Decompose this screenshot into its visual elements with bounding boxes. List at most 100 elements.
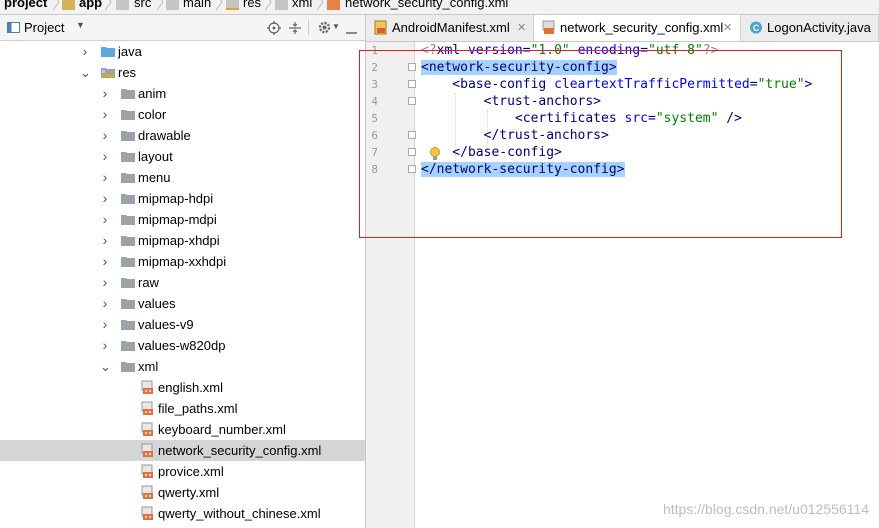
tree-item-provice-xml[interactable]: provice.xml <box>0 461 365 482</box>
tab-logon-activity[interactable]: C LogonActivity.java <box>741 15 879 41</box>
tree-item-qwerty-xml[interactable]: qwerty.xml <box>0 482 365 503</box>
fold-marker-icon[interactable] <box>408 80 416 88</box>
tree-item-menu[interactable]: › menu <box>0 167 365 188</box>
chevron-right-icon[interactable]: › <box>100 104 110 125</box>
tree-item-mipmap-xxhdpi[interactable]: › mipmap-xxhdpi <box>0 251 365 272</box>
scroll-from-source-icon[interactable] <box>267 21 281 35</box>
tree-item-label: menu <box>138 170 171 185</box>
breadcrumb-main[interactable]: main <box>183 0 211 10</box>
code-line-5: <certificates src="system" /> <box>421 111 742 126</box>
collapse-all-icon[interactable] <box>288 21 302 35</box>
breadcrumb-separator-icon <box>215 0 223 10</box>
gear-icon[interactable] <box>317 20 332 35</box>
line-number: 5 <box>371 112 378 125</box>
line-number: 1 <box>371 44 378 57</box>
tree-item-color[interactable]: › color <box>0 104 365 125</box>
fold-marker-icon[interactable] <box>408 131 416 139</box>
manifest-file-icon <box>374 20 387 35</box>
tab-network-security-config[interactable]: network_security_config.xml ✕ <box>534 15 741 41</box>
tree-item-values-v9[interactable]: › values-v9 <box>0 314 365 335</box>
chevron-right-icon[interactable]: › <box>100 293 110 314</box>
tree-item-label: mipmap-xhdpi <box>138 233 220 248</box>
breadcrumb-res[interactable]: res <box>243 0 261 10</box>
project-panel-title[interactable]: Project <box>24 20 64 35</box>
intention-bulb-icon[interactable] <box>429 147 441 161</box>
tree-item-label: mipmap-mdpi <box>138 212 217 227</box>
tree-item-xml[interactable]: ⌄ xml <box>0 356 365 377</box>
chevron-right-icon[interactable]: › <box>100 188 110 209</box>
breadcrumb-xml[interactable]: xml <box>292 0 312 10</box>
tree-item-qwerty-without-chinese-xml[interactable]: qwerty_without_chinese.xml <box>0 503 365 524</box>
folder-icon <box>121 194 135 204</box>
breadcrumb: project app src main res xml network_sec… <box>0 0 879 15</box>
tree-item-file-paths-xml[interactable]: file_paths.xml <box>0 398 365 419</box>
project-panel-header: Project ▼ ▼ <box>0 15 365 41</box>
hide-panel-icon[interactable] <box>345 21 358 34</box>
chevron-right-icon[interactable]: › <box>100 146 110 167</box>
folder-icon <box>121 299 135 309</box>
editor-tabs: AndroidManifest.xml ✕ network_security_c… <box>366 15 879 42</box>
resource-folder-icon <box>101 68 115 78</box>
tree-item-values[interactable]: › values <box>0 293 365 314</box>
code-line-4: <trust-anchors> <box>421 94 602 109</box>
gear-dropdown-arrow-icon[interactable]: ▼ <box>332 22 340 31</box>
folder-icon <box>121 215 135 225</box>
fold-marker-icon[interactable] <box>408 148 416 156</box>
fold-marker-icon[interactable] <box>408 165 416 173</box>
breadcrumb-src[interactable]: src <box>134 0 151 10</box>
chevron-right-icon[interactable]: › <box>100 230 110 251</box>
tab-android-manifest[interactable]: AndroidManifest.xml ✕ <box>366 15 534 41</box>
breadcrumb-app[interactable]: app <box>79 0 102 10</box>
tree-item-raw[interactable]: › raw <box>0 272 365 293</box>
chevron-right-icon[interactable]: › <box>100 314 110 335</box>
chevron-right-icon[interactable]: › <box>100 251 110 272</box>
folder-icon <box>116 0 129 10</box>
tree-item-label: values-w820dp <box>138 338 226 353</box>
tree-item-label: english.xml <box>158 380 224 395</box>
xml-file-icon <box>542 20 555 34</box>
toolbar-divider <box>308 20 309 35</box>
folder-icon <box>121 131 135 141</box>
chevron-right-icon[interactable]: › <box>100 83 110 104</box>
xml-file-icon <box>141 506 153 520</box>
chevron-right-icon[interactable]: › <box>80 41 90 62</box>
tree-item-res[interactable]: ⌄ res <box>0 62 365 83</box>
close-icon[interactable]: ✕ <box>517 15 526 41</box>
tree-item-network-security-config-xml[interactable]: network_security_config.xml <box>0 440 365 461</box>
view-dropdown-arrow-icon[interactable]: ▼ <box>76 20 85 30</box>
chevron-down-icon[interactable]: ⌄ <box>80 62 91 83</box>
tree-item-drawable[interactable]: › drawable <box>0 125 365 146</box>
folder-icon <box>121 257 135 267</box>
java-class-icon: C <box>750 21 762 34</box>
tree-item-mipmap-xhdpi[interactable]: › mipmap-xhdpi <box>0 230 365 251</box>
code-line-1: <?xml version="1.0" encoding="utf-8"?> <box>421 43 719 58</box>
code-line-3: <base-config cleartextTrafficPermitted="… <box>421 77 813 92</box>
tree-item-keyboard-number-xml[interactable]: keyboard_number.xml <box>0 419 365 440</box>
xml-file-icon <box>141 485 153 499</box>
tree-item-values-w820dp[interactable]: › values-w820dp <box>0 335 365 356</box>
tree-item-java[interactable]: › java <box>0 41 365 62</box>
chevron-right-icon[interactable]: › <box>100 209 110 230</box>
chevron-right-icon[interactable]: › <box>100 167 110 188</box>
tree-item-layout[interactable]: › layout <box>0 146 365 167</box>
tree-item-english-xml[interactable]: english.xml <box>0 377 365 398</box>
tree-item-label: color <box>138 107 167 122</box>
fold-marker-icon[interactable] <box>408 97 416 105</box>
tree-item-label: mipmap-xxhdpi <box>138 254 227 269</box>
xml-file-icon <box>327 0 340 10</box>
chevron-right-icon[interactable]: › <box>100 335 110 356</box>
breadcrumb-file[interactable]: network_security_config.xml <box>345 0 508 10</box>
tree-item-mipmap-hdpi[interactable]: › mipmap-hdpi <box>0 188 365 209</box>
chevron-right-icon[interactable]: › <box>100 272 110 293</box>
breadcrumb-project[interactable]: project <box>4 0 47 10</box>
code-editor[interactable]: 1 2 3 4 5 6 7 8 <?xml version="1.0" encoding="u… <box>366 42 879 528</box>
chevron-down-icon[interactable]: ⌄ <box>100 356 111 377</box>
chevron-right-icon[interactable]: › <box>100 125 110 146</box>
tree-item-mipmap-mdpi[interactable]: › mipmap-mdpi <box>0 209 365 230</box>
tree-item-anim[interactable]: › anim <box>0 83 365 104</box>
close-icon[interactable]: ✕ <box>723 15 732 41</box>
folder-icon <box>121 362 135 372</box>
fold-marker-icon[interactable] <box>408 63 416 71</box>
line-number: 7 <box>371 146 378 159</box>
tree-item-label: file_paths.xml <box>158 401 238 416</box>
